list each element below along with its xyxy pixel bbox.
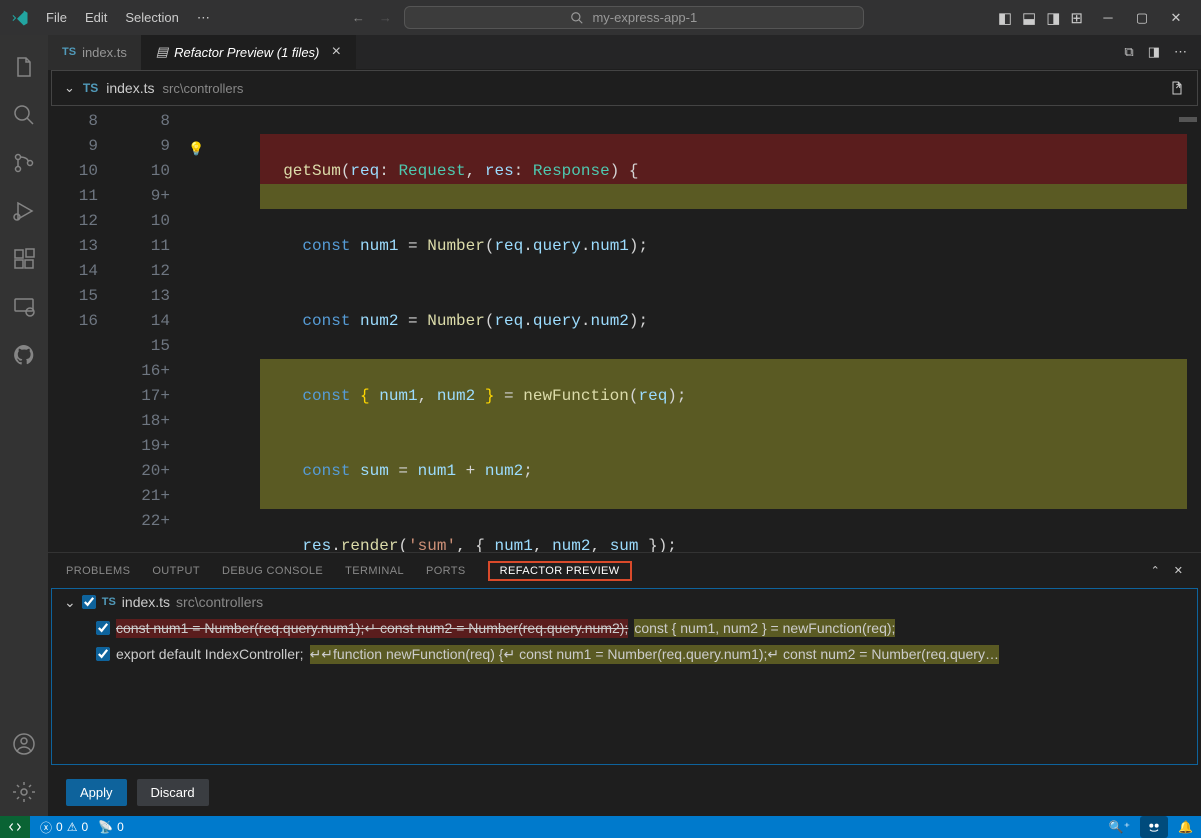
lightbulb-icon[interactable]: 💡 [188,137,204,162]
panel-tab-terminal[interactable]: TERMINAL [345,565,404,577]
settings-gear-icon[interactable] [0,768,48,816]
refactor-file-header: ⌄ TS index.ts src\controllers [51,70,1198,106]
accounts-icon[interactable] [0,720,48,768]
activity-bar [0,35,48,816]
tab-close-icon[interactable]: × [331,43,340,61]
notifications-icon[interactable]: 🔔 [1178,816,1193,838]
refactor-actions: Apply Discard [48,768,1201,816]
panel-tab-ports[interactable]: PORTS [426,565,466,577]
typescript-file-icon: TS [102,596,116,608]
added-code: const { num1, num2 } = newFunction(req); [634,619,895,637]
typescript-file-icon: TS [83,81,98,95]
discard-button[interactable]: Discard [137,779,209,806]
diff-side-by-side-icon[interactable]: ⧉ [1124,44,1133,60]
nav-forward-icon[interactable]: → [379,10,392,25]
minimize-icon[interactable]: ─ [1091,3,1125,33]
editor-group: TS index.ts ▤ Refactor Preview (1 files)… [48,35,1201,816]
run-debug-icon[interactable] [0,187,48,235]
panel-tab-debug-console[interactable]: DEBUG CONSOLE [222,565,323,577]
customize-layout-icon[interactable]: ⊞ [1070,9,1083,27]
preview-change-row[interactable]: export default IndexController; ↵↵functio… [52,641,1197,667]
change-checkbox[interactable] [96,621,110,635]
panel-tab-output[interactable]: OUTPUT [152,565,200,577]
search-icon [570,11,584,25]
deleted-code: const num1 = Number(req.query.num1);↵ co… [116,619,628,638]
tab-label: index.ts [82,45,127,60]
tab-refactor-preview[interactable]: ▤ Refactor Preview (1 files) × [142,35,356,70]
modified-line-numbers: 89109+10111213141516+17+18+19+20+21+22+ [108,109,180,552]
tab-index[interactable]: TS index.ts [48,35,142,70]
preview-file-row[interactable]: ⌄ TS index.ts src\controllers [52,589,1197,615]
explorer-icon[interactable] [0,43,48,91]
menu-selection[interactable]: Selection [117,6,186,30]
extensions-icon[interactable] [0,235,48,283]
preview-file-name: index.ts [122,594,170,610]
panel-maximize-icon[interactable]: ⌃ [1151,564,1160,577]
copilot-status[interactable] [1140,816,1168,838]
change-checkbox[interactable] [96,647,110,661]
problems-status[interactable]: ⓧ0 ⚠0 [40,819,88,836]
menu-edit[interactable]: Edit [77,6,115,30]
open-file-icon[interactable] [1169,80,1185,96]
code-content: getSum(req: Request, res: Response) { co… [260,109,1187,552]
menu-more-icon[interactable]: ⋯ [189,6,218,30]
chevron-down-icon[interactable]: ⌄ [64,80,75,96]
search-activity-icon[interactable] [0,91,48,139]
title-bar: File Edit Selection ⋯ ← → my-express-app… [0,0,1201,35]
breadcrumb-path: src\controllers [163,81,244,96]
chevron-down-icon[interactable]: ⌄ [64,594,76,611]
command-center-text: my-express-app-1 [592,10,697,25]
refactor-preview-panel: ⌄ TS index.ts src\controllers const num1… [51,588,1198,765]
added-code: ↵↵function newFunction(req) {↵ const num… [310,645,999,664]
original-line-numbers: 8910111213141516 [48,109,108,552]
radio-tower-icon: 📡 [98,820,113,834]
panel-tab-refactor-preview[interactable]: REFACTOR PREVIEW [488,561,632,581]
remote-indicator[interactable] [0,816,30,838]
typescript-file-icon: TS [62,46,76,58]
status-bar: ⓧ0 ⚠0 📡0 🔍⁺ 🔔 [0,816,1201,838]
preview-file-path: src\controllers [176,594,263,610]
diff-editor[interactable]: 💡 8910111213141516 89109+10111213141516+… [48,109,1201,552]
error-icon: ⓧ [40,819,52,836]
warning-icon: ⚠ [67,820,78,834]
menu-file[interactable]: File [38,6,75,30]
command-center[interactable]: my-express-app-1 [404,6,864,29]
more-actions-icon[interactable]: ⋯ [1174,44,1187,60]
panel-tab-problems[interactable]: PROBLEMS [66,565,130,577]
remote-explorer-icon[interactable] [0,283,48,331]
panel-tab-bar: PROBLEMS OUTPUT DEBUG CONSOLE TERMINAL P… [48,553,1201,588]
title-center: ← → my-express-app-1 [218,6,998,29]
nav-back-icon[interactable]: ← [352,10,365,25]
github-icon[interactable] [0,331,48,379]
toggle-panel-icon[interactable]: ⬓ [1022,9,1036,27]
breadcrumb-file: index.ts [106,80,154,96]
zoom-icon[interactable]: 🔍⁺ [1109,816,1130,838]
menu-bar: File Edit Selection ⋯ [38,6,218,30]
preview-file-icon: ▤ [156,44,168,60]
maximize-icon[interactable]: ▢ [1125,3,1159,33]
vscode-logo-icon [8,6,32,30]
toggle-primary-sidebar-icon[interactable]: ◧ [998,9,1012,27]
tab-label: Refactor Preview (1 files) [174,45,319,60]
editor-tabs: TS index.ts ▤ Refactor Preview (1 files)… [48,35,1201,70]
panel-close-icon[interactable]: ✕ [1174,564,1183,577]
ports-status[interactable]: 📡0 [98,820,124,834]
source-control-icon[interactable] [0,139,48,187]
apply-button[interactable]: Apply [66,779,127,806]
layout-controls: ◧ ⬓ ◨ ⊞ [998,9,1083,27]
context-code: export default IndexController; [116,646,304,662]
preview-change-row[interactable]: const num1 = Number(req.query.num1);↵ co… [52,615,1197,641]
file-checkbox[interactable] [82,595,96,609]
toggle-secondary-sidebar-icon[interactable]: ◨ [1046,9,1060,27]
bottom-panel: PROBLEMS OUTPUT DEBUG CONSOLE TERMINAL P… [48,552,1201,816]
close-icon[interactable]: ✕ [1159,3,1193,33]
split-editor-icon[interactable]: ◨ [1148,44,1160,60]
